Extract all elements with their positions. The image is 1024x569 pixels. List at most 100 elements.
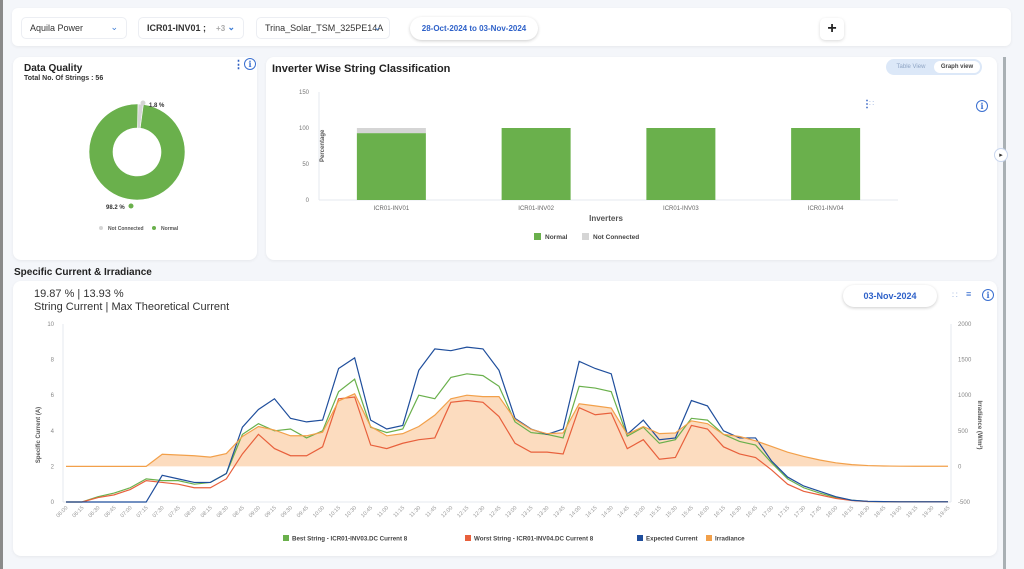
window-edge — [0, 0, 3, 569]
line-x-tick-label: 07:15 — [136, 505, 150, 519]
line-x-tick-label: 09:45 — [296, 505, 310, 519]
line-x-tick-label: 07:00 — [120, 505, 134, 519]
legend-swatch-normal — [534, 233, 541, 240]
site-select[interactable]: Aquila Power ⌄ — [21, 17, 127, 39]
legend-label-normal[interactable]: Normal — [161, 226, 179, 232]
line-y2-tick-label: 2000 — [958, 322, 972, 328]
legend-label-not-connected[interactable]: Not Connected — [593, 234, 639, 241]
line-x-tick-label: 12:45 — [488, 505, 502, 519]
legend-swatch-normal — [152, 226, 156, 230]
bar-normal[interactable] — [356, 133, 426, 200]
line-y2-tick-label: 500 — [958, 429, 969, 435]
donut-slice-normal[interactable] — [88, 103, 186, 201]
line-x-tick-label: 06:00 — [55, 505, 69, 519]
bar-y-axis-label: Percentage — [320, 129, 326, 162]
legend-label[interactable]: Best String - ICR01-INV03.DC Current 8 — [292, 536, 408, 543]
bar-y-tick-label: 50 — [302, 162, 309, 168]
inverter-more-count: +3 — [216, 23, 226, 33]
line-x-tick-label: 15:45 — [681, 505, 695, 519]
bar-x-tick-label: ICR01-INV02 — [518, 206, 554, 212]
filter-bar: Aquila Power ⌄ ICR01-INV01 ; +3 ⌄ Trina_… — [12, 8, 1011, 46]
specific-current-title: Specific Current & Irradiance — [14, 267, 152, 278]
line-x-tick-label: 10:30 — [344, 505, 358, 519]
line-x-tick-label: 16:15 — [713, 505, 727, 519]
line-x-tick-label: 11:00 — [376, 505, 390, 519]
line-y2-tick-label: 1500 — [958, 358, 972, 364]
line-y2-tick-label: -500 — [958, 500, 971, 506]
line-x-tick-label: 11:45 — [425, 505, 439, 519]
inverter-bar-chart: 0 50 100 150 ICR01-INV01 ICR01-INV02 ICR01-INV… — [299, 90, 898, 241]
module-select[interactable]: Trina_Solar_TSM_325PE14A ⌄ — [256, 17, 390, 39]
bar-x-axis-label: Inverters — [589, 214, 623, 223]
chevron-down-icon: ⌄ — [110, 22, 118, 32]
inverter-select-value: ICR01-INV01 ; — [147, 23, 207, 33]
line-x-tick-label: 13:45 — [553, 505, 567, 519]
donut-chart: 1.8 % 98.2 % Not Connected Normal — [88, 100, 186, 232]
line-y2-axis-label: Irradiance (W/m²) — [976, 400, 983, 449]
line-x-tick-label: 06:30 — [88, 505, 102, 519]
legend-label-normal[interactable]: Normal — [545, 234, 568, 241]
legend-swatch-not-connected — [99, 226, 103, 230]
line-x-tick-label: 19:15 — [905, 505, 919, 519]
line-x-tick-label: 12:30 — [472, 505, 486, 519]
line-x-tick-label: 08:30 — [216, 505, 230, 519]
line-x-tick-label: 17:15 — [777, 505, 791, 519]
line-x-tick-label: 07:45 — [168, 505, 182, 519]
line-y-tick-label: 4 — [51, 429, 55, 435]
line-x-tick-label: 09:00 — [248, 505, 262, 519]
line-x-tick-label: 17:45 — [809, 505, 823, 519]
line-x-tick-label: 13:30 — [537, 505, 551, 519]
chevron-down-icon: ⌄ — [227, 22, 235, 32]
line-y-tick-label: 6 — [51, 393, 55, 399]
line-x-tick-label: 19:00 — [889, 505, 903, 519]
bar-not-connected[interactable] — [356, 128, 426, 134]
line-x-tick-label: 10:45 — [360, 505, 374, 519]
line-x-tick-label: 19:45 — [937, 505, 951, 519]
date-range-picker[interactable]: 28-Oct-2024 to 03-Nov-2024 — [410, 17, 538, 40]
line-x-tick-label: 19:30 — [921, 505, 935, 519]
line-x-tick-label: 14:45 — [617, 505, 631, 519]
line-x-tick-label: 06:15 — [71, 505, 85, 519]
bar-y-tick-label: 100 — [299, 126, 310, 132]
add-widget-button[interactable]: + — [820, 18, 844, 40]
line-x-tick-label: 15:30 — [665, 505, 679, 519]
info-icon[interactable]: i — [982, 289, 994, 301]
line-x-tick-label: 13:15 — [520, 505, 534, 519]
bar-x-tick-label: ICR01-INV04 — [808, 206, 844, 212]
legend-swatch — [706, 535, 712, 541]
line-x-tick-label: 18:45 — [873, 505, 887, 519]
bar-normal[interactable] — [646, 128, 716, 200]
line-x-tick-label: 17:30 — [793, 505, 807, 519]
legend-label[interactable]: Expected Current — [646, 536, 698, 543]
line-x-tick-label: 14:15 — [585, 505, 599, 519]
bar-normal[interactable] — [791, 128, 861, 200]
expand-icon[interactable]: ∷ — [952, 290, 958, 301]
line-x-tick-label: 10:15 — [328, 505, 342, 519]
donut-marker-normal — [128, 203, 134, 209]
line-x-tick-label: 18:30 — [857, 505, 871, 519]
scrollbar[interactable] — [1003, 57, 1006, 569]
line-x-tick-label: 08:15 — [200, 505, 214, 519]
line-x-tick-label: 09:15 — [264, 505, 278, 519]
bar-x-tick-label: ICR01-INV03 — [663, 206, 699, 212]
legend-swatch-not-connected — [582, 233, 589, 240]
line-y-tick-label: 8 — [51, 358, 55, 364]
inverter-select[interactable]: ICR01-INV01 ; +3 ⌄ — [138, 17, 244, 39]
line-x-tick-label: 08:45 — [232, 505, 246, 519]
next-arrow-button[interactable]: ▸ — [994, 148, 1008, 162]
line-y2-tick-label: 0 — [958, 464, 962, 470]
line-x-tick-label: 16:30 — [729, 505, 743, 519]
legend-label[interactable]: Worst String - ICR01-INV04.DC Current 8 — [474, 536, 594, 543]
bar-y-tick-label: 150 — [299, 90, 310, 96]
module-select-value: Trina_Solar_TSM_325PE14A — [265, 23, 384, 33]
line-x-tick-label: 15:00 — [633, 505, 647, 519]
date-picker[interactable]: 03-Nov-2024 — [843, 285, 937, 307]
list-icon[interactable]: ≡ — [966, 289, 971, 299]
legend-label[interactable]: Irradiance — [715, 536, 745, 543]
legend-label-not-connected[interactable]: Not Connected — [108, 226, 144, 232]
bar-normal[interactable] — [501, 128, 571, 200]
line-x-tick-label: 14:00 — [569, 505, 583, 519]
specific-current-chart: 0246810-500050010001500200006:00 06:15 06:… — [36, 322, 983, 543]
line-y-tick-label: 2 — [51, 464, 55, 470]
line-x-tick-label: 18:00 — [825, 505, 839, 519]
